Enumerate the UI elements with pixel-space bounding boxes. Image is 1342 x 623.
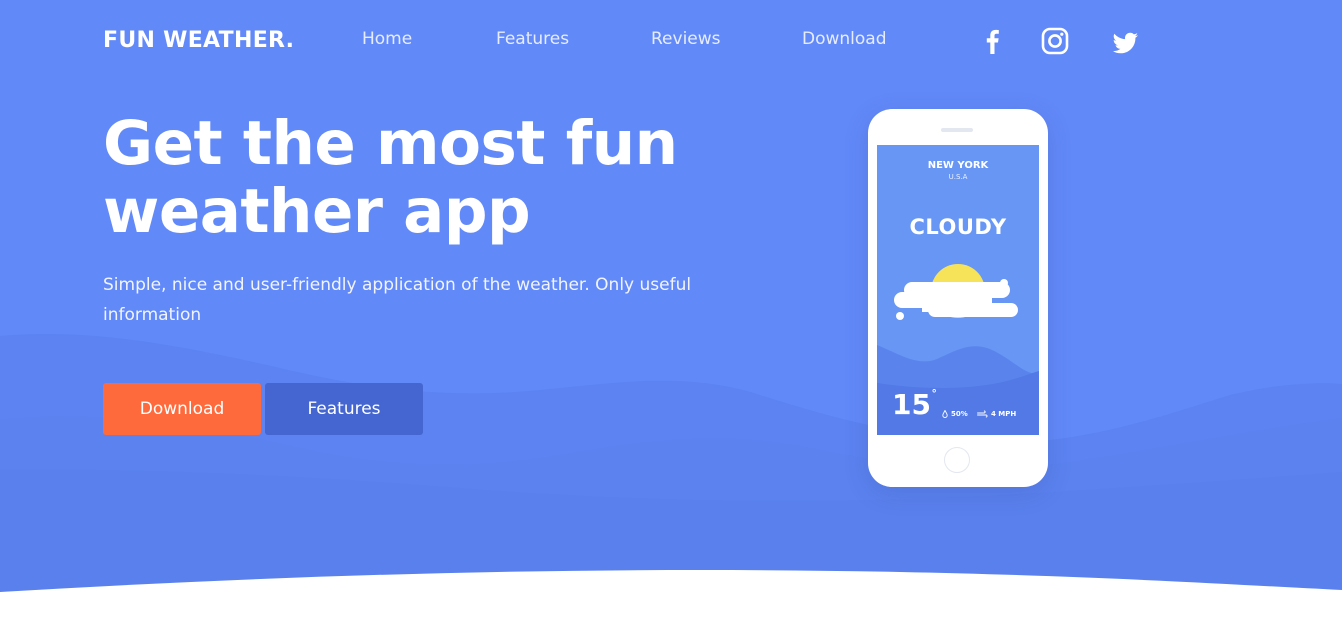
- hero-title: Get the most fun weather app: [103, 110, 723, 246]
- wind-icon: [977, 410, 988, 418]
- nav-home[interactable]: Home: [362, 29, 412, 49]
- features-button[interactable]: Features: [265, 383, 423, 435]
- phone-mockup: NEW YORK U.S.A CLOUDY 15 ° 50% 4 MPH: [868, 109, 1048, 487]
- phone-screen: NEW YORK U.S.A CLOUDY 15 ° 50% 4 MPH: [877, 145, 1039, 435]
- hero-subtitle: Simple, nice and user-friendly applicati…: [103, 270, 703, 330]
- nav-reviews[interactable]: Reviews: [651, 29, 721, 49]
- country-name: U.S.A: [948, 173, 968, 181]
- degree-symbol: °: [932, 388, 937, 400]
- nav-download[interactable]: Download: [802, 29, 887, 49]
- phone-speaker: [941, 128, 973, 132]
- instagram-icon[interactable]: [1040, 26, 1070, 56]
- logo[interactable]: FUN WEATHER.: [103, 28, 294, 53]
- temperature: 15: [892, 388, 931, 421]
- humidity-value: 50%: [951, 410, 968, 418]
- twitter-icon[interactable]: [1110, 28, 1140, 58]
- hero-subtitle-line-1: Simple, nice and user-friendly applicati…: [103, 275, 692, 295]
- nav-features[interactable]: Features: [496, 29, 569, 49]
- hero-title-line-1: Get the most fun: [103, 108, 678, 179]
- weather-condition: CLOUDY: [909, 215, 1007, 239]
- weather-illustration: [894, 264, 1018, 320]
- wind-value: 4 MPH: [991, 410, 1017, 418]
- hero-subtitle-line-2: information: [103, 305, 202, 325]
- phone-home-button: [944, 447, 970, 473]
- download-button[interactable]: Download: [103, 383, 261, 435]
- hero-title-line-2: weather app: [103, 176, 531, 247]
- droplet-icon: [942, 410, 948, 418]
- humidity-stat: 50%: [942, 410, 968, 418]
- city-name: NEW YORK: [927, 160, 989, 171]
- facebook-icon[interactable]: [977, 26, 1007, 56]
- wind-stat: 4 MPH: [977, 410, 1016, 418]
- cloud-icon: [894, 279, 1018, 320]
